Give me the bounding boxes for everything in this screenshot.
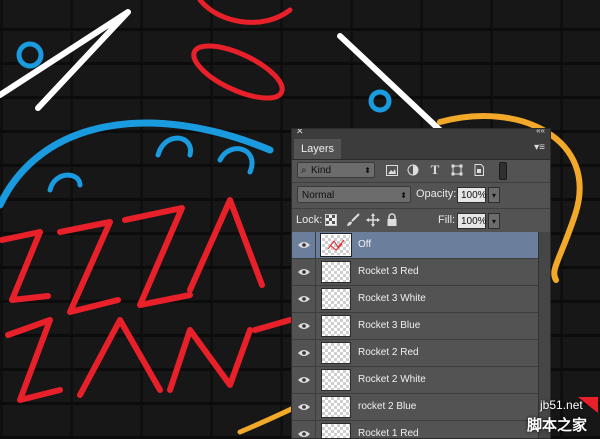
fill-dropdown-button[interactable]: ▾ xyxy=(488,213,500,229)
visibility-eye-icon[interactable] xyxy=(292,286,316,312)
fill-label: Fill: xyxy=(438,214,456,226)
adjustment-filter-icon[interactable] xyxy=(406,163,420,177)
lock-transparent-icon[interactable] xyxy=(325,213,339,227)
filter-kind-select[interactable]: ⌕ Kind ⬍ xyxy=(297,162,375,178)
panel-title-bar: ✕ «« xyxy=(292,129,550,138)
layer-name: Off xyxy=(358,239,372,250)
lock-options-bar: Lock: Fill: 100% ▾ xyxy=(292,208,550,232)
blend-mode-value: Normal xyxy=(302,190,335,201)
layer-name: Rocket 3 Red xyxy=(358,266,419,277)
layer-row[interactable]: rocket 2 Blue xyxy=(292,394,538,421)
visibility-eye-icon[interactable] xyxy=(292,259,316,285)
lock-all-icon[interactable] xyxy=(386,213,400,227)
layer-name: Rocket 3 White xyxy=(358,293,426,304)
layer-thumbnail xyxy=(321,342,351,364)
shape-filter-icon[interactable] xyxy=(450,163,464,177)
layers-panel: ✕ «« Layers ▾≡ ⌕ Kind ⬍ T Normal ⬍ Opaci… xyxy=(291,128,551,439)
blend-mode-select[interactable]: Normal ⬍ xyxy=(297,186,411,203)
smart-object-filter-icon[interactable] xyxy=(472,163,486,177)
layer-row[interactable]: Off xyxy=(292,232,538,259)
layer-name: Rocket 2 White xyxy=(358,374,426,385)
layers-list: Off Rocket 3 Red Rocket 3 White Rocket 3… xyxy=(292,232,550,439)
fill-input[interactable]: 100% xyxy=(457,213,487,229)
layer-row[interactable]: Rocket 2 White xyxy=(292,367,538,394)
lock-image-icon[interactable] xyxy=(346,213,360,227)
layer-row[interactable]: Rocket 3 White xyxy=(292,286,538,313)
opacity-dropdown-button[interactable]: ▾ xyxy=(488,187,500,203)
layer-thumbnail xyxy=(321,369,351,391)
panel-menu-icon[interactable]: ▾≡ xyxy=(534,142,545,153)
filter-kind-label: Kind xyxy=(311,165,332,176)
visibility-eye-icon[interactable] xyxy=(292,394,316,420)
layer-row[interactable]: Rocket 3 Blue xyxy=(292,313,538,340)
visibility-eye-icon[interactable] xyxy=(292,313,316,339)
search-icon: ⌕ xyxy=(301,165,307,176)
opacity-label: Opacity: xyxy=(416,188,457,200)
layer-thumbnail xyxy=(320,233,352,257)
layer-name: Rocket 2 Red xyxy=(358,347,419,358)
filter-toggle-switch[interactable] xyxy=(499,162,507,180)
panel-tab-bar: Layers ▾≡ xyxy=(292,138,550,160)
layer-row[interactable]: Rocket 1 Red xyxy=(292,421,538,439)
layer-name: Rocket 1 Red xyxy=(358,428,419,439)
visibility-eye-icon[interactable] xyxy=(292,367,316,393)
tab-layers[interactable]: Layers xyxy=(294,139,342,159)
layer-name: rocket 2 Blue xyxy=(358,401,417,412)
lock-label: Lock: xyxy=(296,214,323,226)
lock-position-icon[interactable] xyxy=(366,213,380,227)
visibility-eye-icon[interactable] xyxy=(292,232,316,258)
updown-arrows-icon: ⬍ xyxy=(364,166,371,175)
layer-row[interactable]: Rocket 2 Red xyxy=(292,340,538,367)
blend-options-bar: Normal ⬍ Opacity: 100% ▾ xyxy=(292,182,550,208)
visibility-eye-icon[interactable] xyxy=(292,421,316,438)
watermark-url: jb51.net xyxy=(540,398,583,412)
layer-thumbnail xyxy=(321,315,351,337)
pixel-filter-icon[interactable] xyxy=(385,163,399,177)
visibility-eye-icon[interactable] xyxy=(292,340,316,366)
watermark-site-name: 脚本之家 xyxy=(527,417,588,434)
layer-name: Rocket 3 Blue xyxy=(358,320,421,331)
layer-thumbnail xyxy=(321,396,351,418)
close-icon[interactable]: ✕ xyxy=(296,129,304,137)
opacity-input[interactable]: 100% xyxy=(457,187,487,203)
double-chevron-icon[interactable]: «« xyxy=(536,129,545,135)
layer-thumbnail xyxy=(321,261,351,283)
layer-filter-bar: ⌕ Kind ⬍ T xyxy=(292,160,550,182)
updown-arrows-icon: ⬍ xyxy=(400,191,407,200)
layer-thumbnail xyxy=(321,288,351,310)
layer-row[interactable]: Rocket 3 Red xyxy=(292,259,538,286)
layer-thumbnail xyxy=(321,423,351,438)
type-filter-icon[interactable]: T xyxy=(428,162,442,177)
